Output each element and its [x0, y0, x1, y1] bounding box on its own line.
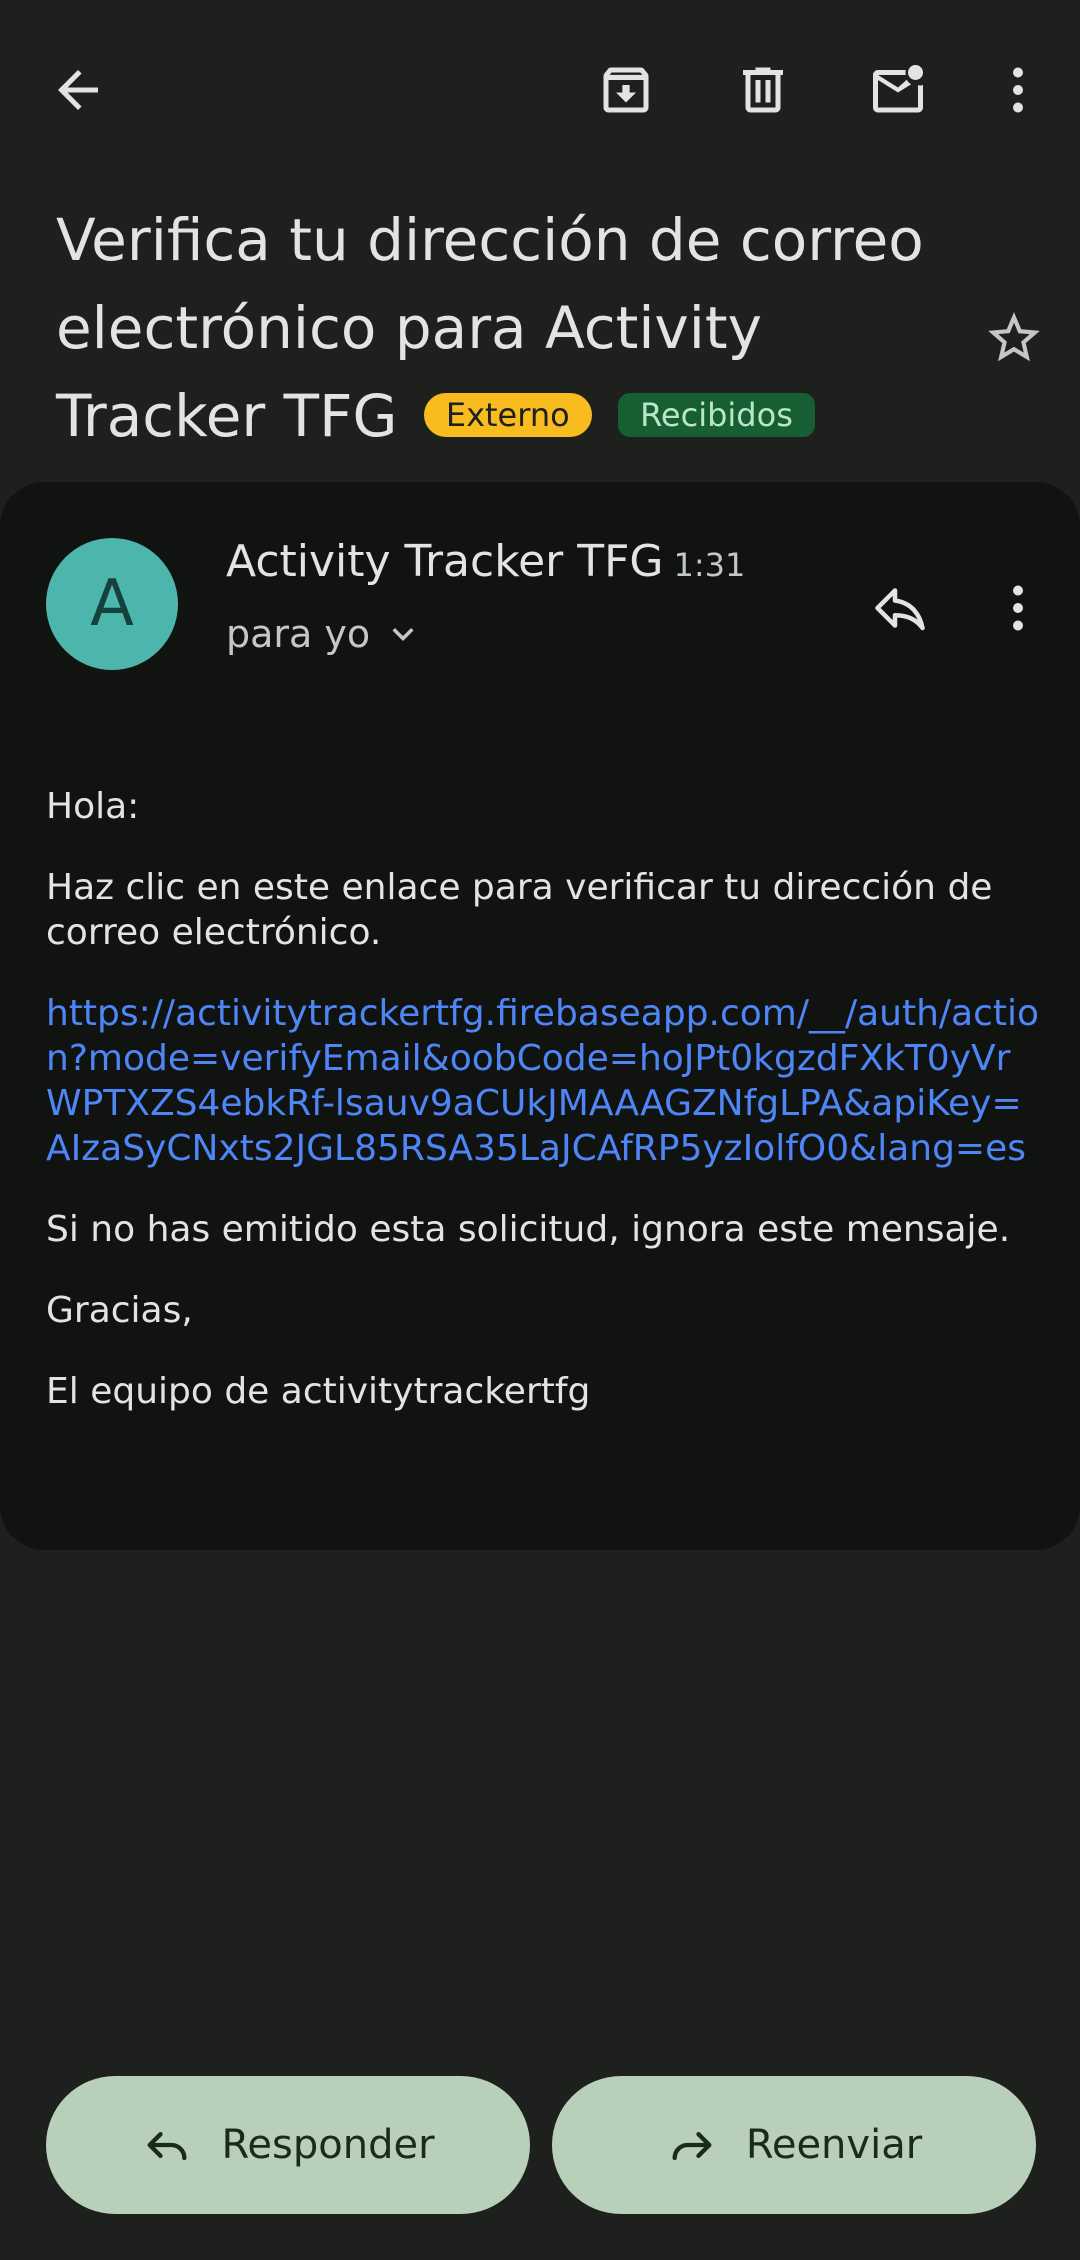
arrow-left-icon — [58, 70, 98, 110]
verification-link[interactable]: https://activitytrackertfg.firebaseapp.c… — [46, 993, 1039, 1169]
star-button[interactable] — [966, 290, 1062, 386]
forward-icon — [672, 2132, 712, 2161]
reply-icon — [147, 2132, 187, 2161]
more-options-button[interactable] — [970, 42, 1066, 138]
message-more-button[interactable] — [970, 560, 1066, 656]
reply-button[interactable]: Responder — [46, 2076, 530, 2214]
mark-unread-icon — [873, 65, 923, 113]
chevron-down-icon — [392, 628, 414, 641]
forward-label: Reenviar — [745, 2122, 923, 2168]
reply-label: Responder — [221, 2122, 435, 2168]
greeting-text: Hola: — [46, 786, 140, 827]
message-card: A Activity Tracker TFG 1:31 para yo Hola:… — [0, 482, 1080, 1550]
star-outline-icon — [988, 312, 1040, 362]
label-chip-recibidos[interactable]: Recibidos — [618, 393, 815, 437]
message-body: Hola: Haz clic en este enlace para verif… — [46, 784, 1046, 1450]
back-button[interactable] — [30, 42, 126, 138]
message-time: 1:31 — [673, 546, 746, 584]
trash-icon — [743, 67, 783, 113]
email-view: Verifica tu dirección de correo electrón… — [0, 0, 1080, 2260]
avatar[interactable]: A — [46, 538, 178, 670]
sender-name[interactable]: Activity Tracker TFG — [226, 536, 664, 587]
archive-icon — [603, 67, 649, 113]
label-chip-externo: Externo — [423, 393, 592, 437]
recipient-details-toggle[interactable]: para yo — [226, 612, 424, 656]
delete-button[interactable] — [715, 42, 811, 138]
avatar-letter: A — [90, 567, 134, 641]
subject-line: Verifica tu dirección de correo electrón… — [56, 196, 956, 460]
reply-icon-button[interactable] — [852, 560, 948, 656]
signature-text: El equipo de activitytrackertfg — [46, 1371, 591, 1412]
archive-button[interactable] — [578, 42, 674, 138]
thanks-text: Gracias, — [46, 1290, 193, 1331]
sender-line: Activity Tracker TFG 1:31 — [226, 536, 745, 587]
forward-button[interactable]: Reenviar — [552, 2076, 1036, 2214]
mark-unread-button[interactable] — [850, 42, 946, 138]
more-vert-icon — [1013, 67, 1023, 113]
more-vert-icon — [1013, 585, 1023, 631]
top-app-bar — [0, 0, 1080, 180]
reply-icon — [875, 588, 925, 631]
instruction-text: Haz clic en este enlace para verificar t… — [46, 867, 993, 953]
recipient-text: para yo — [226, 612, 371, 656]
ignore-text: Si no has emitido esta solicitud, ignora… — [46, 1209, 1011, 1250]
